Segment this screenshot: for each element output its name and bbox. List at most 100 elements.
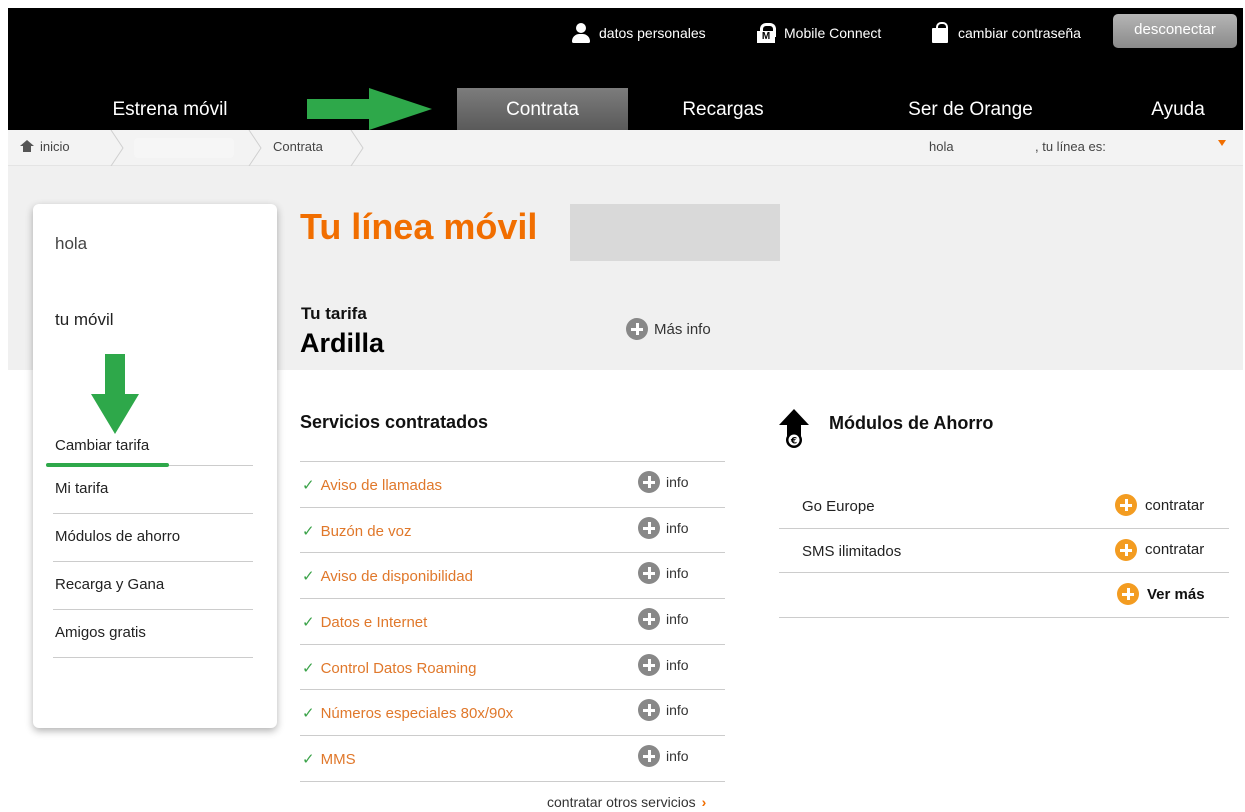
mobile-connect-lock-icon	[756, 22, 776, 44]
page-title: Tu línea móvil	[300, 206, 538, 247]
nav-item-recargas[interactable]: Recargas	[648, 88, 798, 130]
service-name: Datos e Internet	[320, 614, 428, 632]
tariff-label: Tu tarifa	[301, 304, 367, 323]
service-name: Números especiales 80x/90x	[320, 705, 514, 723]
list-item: ✓ Aviso de llamadas info	[300, 462, 725, 508]
page: datos personales Mobile Connect cambiar …	[0, 0, 1245, 812]
mobile-connect-label: Mobile Connect	[784, 25, 882, 41]
list-item: ✓ MMS info	[300, 736, 725, 782]
service-info-button[interactable]: info	[638, 745, 689, 768]
main-nav: Estrena móvil Contrata Recargas Ser de O…	[8, 88, 1243, 130]
service-link[interactable]: ✓ MMS	[302, 750, 356, 768]
plus-circle-icon	[638, 608, 660, 631]
nav-item-ayuda[interactable]: Ayuda	[1118, 88, 1238, 130]
services-list: ✓ Aviso de llamadas info ✓ Buzón de voz in…	[300, 461, 725, 782]
plus-circle-icon	[638, 745, 660, 768]
service-info-label: info	[666, 565, 689, 582]
side-greeting: hola	[55, 234, 88, 253]
savings-module-name: Go Europe	[802, 498, 875, 515]
breadcrumb-separator	[350, 130, 364, 166]
service-info-button[interactable]: info	[638, 699, 689, 722]
personal-data-link[interactable]: datos personales	[571, 22, 706, 44]
list-item: ✓ Números especiales 80x/90x info	[300, 690, 725, 737]
see-more-button[interactable]: Ver más	[1117, 583, 1205, 605]
side-link-modulos-de-ahorro[interactable]: Módulos de ahorro	[53, 514, 253, 562]
more-services-label: contratar otros servicios	[547, 794, 696, 810]
side-link-cambiar-tarifa[interactable]: Cambiar tarifa	[53, 428, 253, 466]
service-info-button[interactable]: info	[638, 516, 689, 539]
checkmark-icon: ✓	[302, 705, 315, 723]
svg-text:€: €	[790, 437, 797, 447]
more-services-link[interactable]: contratar otros servicios ›	[547, 794, 706, 810]
plus-circle-icon	[626, 318, 648, 340]
list-item: Go Europe contratar	[779, 484, 1229, 529]
change-password-link[interactable]: cambiar contraseña	[930, 22, 1081, 44]
contract-button[interactable]: contratar	[1115, 494, 1204, 516]
side-link-amigos-gratis[interactable]: Amigos gratis	[53, 610, 253, 658]
tariff-name: Ardilla	[300, 328, 385, 358]
green-arrow-right-annotation	[307, 88, 432, 130]
service-name: Buzón de voz	[320, 522, 412, 540]
home-icon	[20, 140, 34, 152]
contract-button[interactable]: contratar	[1115, 538, 1205, 561]
service-name: Control Datos Roaming	[320, 659, 477, 677]
list-item: SMS ilimitados contratar	[779, 529, 1229, 573]
service-link[interactable]: ✓ Aviso de llamadas	[302, 476, 442, 494]
disconnect-button[interactable]: desconectar	[1113, 14, 1237, 48]
redacted-breadcrumb	[134, 138, 234, 158]
service-info-button[interactable]: info	[638, 471, 689, 493]
more-info-button[interactable]: Más info	[626, 318, 711, 340]
savings-list: Go Europe contratar SMS ilimitados contr…	[779, 484, 1229, 618]
line-selector-caret-icon[interactable]	[1218, 140, 1226, 146]
top-utility-bar	[8, 8, 1243, 88]
services-title: Servicios contratados	[300, 412, 489, 432]
checkmark-icon: ✓	[302, 614, 315, 632]
list-item: ✓ Control Datos Roaming info	[300, 645, 725, 691]
list-item: ✓ Datos e Internet info	[300, 599, 725, 645]
nav-item-contrata[interactable]: Contrata	[457, 88, 628, 130]
service-info-button[interactable]: info	[638, 562, 689, 585]
mobile-connect-link[interactable]: Mobile Connect	[756, 22, 881, 44]
service-link[interactable]: ✓ Datos e Internet	[302, 613, 427, 631]
breadcrumb-current[interactable]: Contrata	[273, 130, 323, 166]
plus-circle-icon	[1117, 583, 1139, 605]
plus-circle-icon	[1115, 538, 1137, 561]
service-name: Aviso de llamadas	[320, 477, 443, 494]
service-link[interactable]: ✓ Números especiales 80x/90x	[302, 704, 513, 722]
savings-arrow-euro-icon: €	[779, 409, 809, 448]
contract-label: contratar	[1145, 541, 1205, 558]
service-info-label: info	[666, 702, 689, 719]
service-name: MMS	[320, 751, 356, 769]
service-info-button[interactable]: info	[638, 608, 689, 631]
breadcrumb-home[interactable]: inicio	[20, 130, 70, 166]
chevron-right-icon: ›	[701, 794, 707, 810]
plus-circle-icon	[638, 516, 660, 539]
side-panel: hola tu móvil Cambiar tarifa Mi tarifa M…	[33, 204, 277, 728]
service-link[interactable]: ✓ Buzón de voz	[302, 522, 411, 540]
service-link[interactable]: ✓ Aviso de disponibilidad	[302, 567, 473, 585]
plus-circle-icon	[638, 699, 660, 722]
checkmark-icon: ✓	[302, 568, 315, 586]
more-info-label: Más info	[654, 320, 711, 338]
list-item: Ver más	[779, 573, 1229, 618]
plus-circle-icon	[638, 471, 660, 493]
breadcrumb-home-label: inicio	[40, 139, 70, 154]
savings-title: Módulos de Ahorro	[829, 413, 994, 433]
checkmark-icon: ✓	[302, 477, 315, 494]
service-info-button[interactable]: info	[638, 653, 689, 676]
side-link-mi-tarifa[interactable]: Mi tarifa	[53, 466, 253, 514]
plus-circle-icon	[638, 653, 660, 676]
service-info-label: info	[666, 474, 689, 490]
side-mobile-label: tu móvil	[55, 310, 114, 329]
service-name: Aviso de disponibilidad	[320, 568, 473, 586]
side-link-recarga-y-gana[interactable]: Recarga y Gana	[53, 562, 253, 610]
contract-label: contratar	[1145, 496, 1205, 514]
nav-item-ser-de-orange[interactable]: Ser de Orange	[878, 88, 1063, 130]
green-arrow-down-annotation	[91, 354, 139, 434]
nav-item-estrena-movil[interactable]: Estrena móvil	[70, 88, 270, 130]
checkmark-icon: ✓	[302, 659, 315, 677]
service-link[interactable]: ✓ Control Datos Roaming	[302, 659, 476, 677]
change-password-label: cambiar contraseña	[958, 25, 1081, 41]
checkmark-icon: ✓	[302, 751, 315, 769]
breadcrumb-line-label: , tu línea es:	[1035, 139, 1106, 154]
